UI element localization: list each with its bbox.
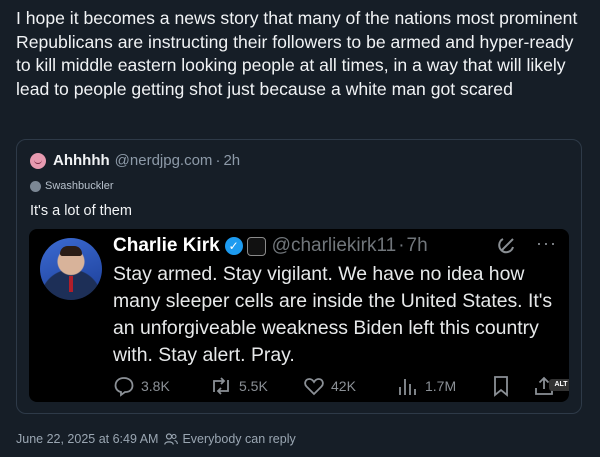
post-text: I hope it becomes a news story that many… bbox=[16, 8, 578, 99]
tweet-timestamp: 7h bbox=[406, 235, 428, 256]
quote-text: It's a lot of them bbox=[30, 203, 132, 219]
repost-icon bbox=[213, 377, 229, 395]
quote-sub-label: Swashbuckler bbox=[30, 180, 113, 192]
bookmark-icon bbox=[491, 375, 517, 397]
views-count: 1.7M bbox=[425, 378, 457, 394]
post-date[interactable]: June 22, 2025 at 6:49 AM bbox=[16, 432, 158, 446]
views-action: 1.7M bbox=[397, 375, 456, 397]
tweet-author-name: Charlie Kirk bbox=[113, 235, 220, 256]
repost-count: 5.5K bbox=[239, 378, 268, 394]
emoji-avatar-icon[interactable] bbox=[30, 152, 46, 169]
reply-count: 3.8K bbox=[141, 378, 170, 394]
more-icon: ··· bbox=[536, 233, 557, 253]
tweet-action-bar: 3.8K 5.5K 42K 1.7M ALT bbox=[113, 375, 569, 397]
quote-sub-label-text: Swashbuckler bbox=[45, 180, 114, 192]
quote-header: Ahhhhh @nerdjpg.com · 2h bbox=[30, 152, 240, 169]
quote-timestamp[interactable]: 2h bbox=[223, 152, 240, 169]
tweet-separator: · bbox=[398, 235, 405, 256]
affiliate-badge-icon bbox=[246, 236, 266, 256]
reply-action: 3.8K bbox=[113, 375, 170, 397]
like-count: 42K bbox=[331, 378, 356, 394]
like-action: 42K bbox=[303, 375, 356, 397]
tweet-header: Charlie Kirk ✓ @charliekirk11 · 7h bbox=[113, 235, 428, 257]
quote-author-name[interactable]: Ahhhhh bbox=[53, 152, 110, 169]
verified-icon: ✓ bbox=[224, 237, 243, 255]
alt-badge[interactable]: ALT bbox=[549, 379, 569, 391]
quote-separator: · bbox=[215, 152, 221, 169]
like-icon bbox=[304, 378, 324, 396]
people-icon bbox=[164, 433, 179, 445]
post-meta: June 22, 2025 at 6:49 AM Everybody can r… bbox=[16, 432, 296, 446]
embedded-tweet-image[interactable]: Charlie Kirk ✓ @charliekirk11 · 7h ··· S… bbox=[29, 229, 569, 402]
grok-icon bbox=[497, 235, 517, 261]
tweet-text: Stay armed. Stay vigilant. We have no id… bbox=[113, 263, 553, 366]
reply-setting[interactable]: Everybody can reply bbox=[182, 432, 295, 446]
reply-icon bbox=[114, 377, 134, 397]
views-icon bbox=[399, 379, 416, 395]
tweet-avatar bbox=[40, 238, 102, 300]
tweet-author-handle: @charliekirk11 bbox=[271, 235, 397, 256]
quote-author-handle[interactable]: @nerdjpg.com bbox=[115, 152, 213, 169]
swashbuckler-icon bbox=[30, 180, 41, 192]
repost-action: 5.5K bbox=[209, 375, 268, 397]
